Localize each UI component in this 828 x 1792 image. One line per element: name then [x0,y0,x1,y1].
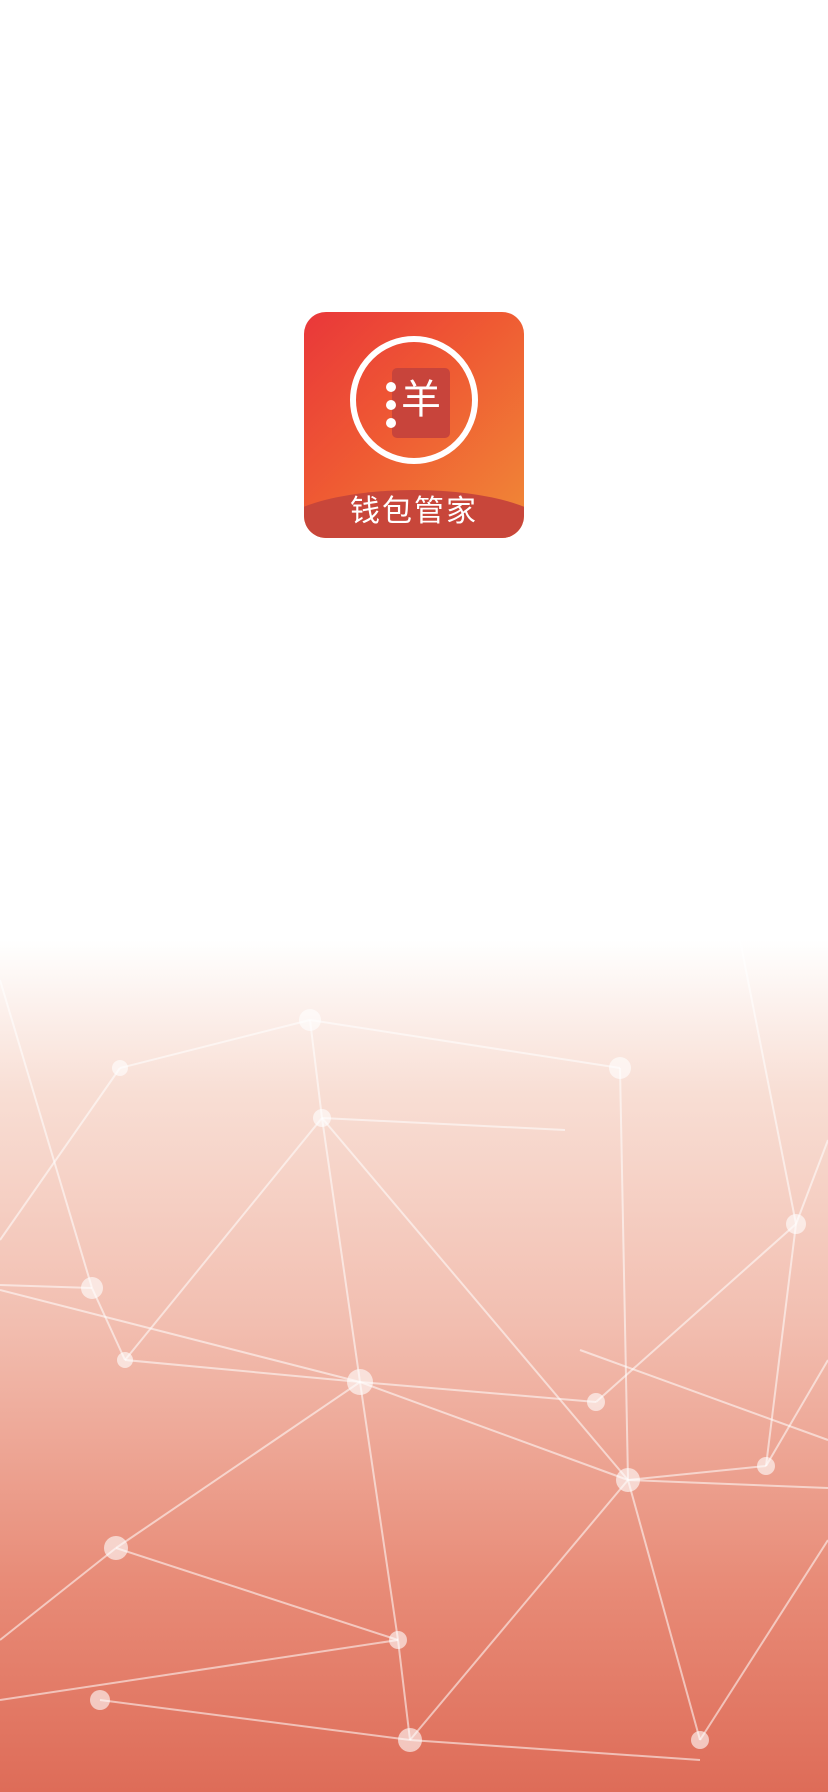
network-pattern [0,940,828,1761]
splash-screen: 羊 钱包管家 [0,0,828,1792]
book-icon: 羊 [386,368,450,438]
app-logo: 羊 钱包管家 [304,312,524,538]
currency-glyph: 羊 [401,377,441,423]
wallet-book-icon: 羊 [350,336,478,464]
app-name-label: 钱包管家 [350,494,478,529]
